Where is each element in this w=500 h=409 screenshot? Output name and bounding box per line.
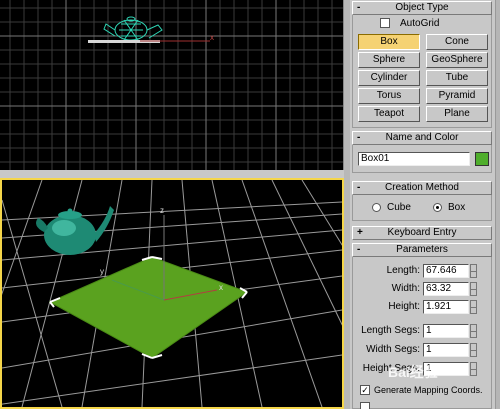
top-x-axis-label: x <box>210 33 214 42</box>
cube-radio[interactable] <box>372 203 381 212</box>
teapot-wireframe-top <box>103 16 163 41</box>
persp-x-axis-label: x <box>219 283 223 292</box>
rollout-title: Creation Method <box>385 182 459 193</box>
teapot-mesh <box>36 206 114 255</box>
green-box <box>48 256 249 359</box>
cube-radio-label: Cube <box>387 202 411 213</box>
box-radio-label: Box <box>448 202 466 213</box>
width-input[interactable]: 63.32 <box>423 282 469 296</box>
sphere-button[interactable]: Sphere <box>358 52 420 68</box>
pyramid-button[interactable]: Pyramid <box>426 88 488 104</box>
viewport-divider[interactable] <box>0 170 344 178</box>
rollout-title: Name and Color <box>385 132 459 143</box>
width-segs-spinner[interactable] <box>470 343 477 357</box>
rollout-toggle-sign: - <box>357 132 361 143</box>
command-panel-scrollbar[interactable] <box>495 0 500 409</box>
width-segs-label: Width Segs: <box>366 344 420 355</box>
height-segs-spinner[interactable] <box>470 362 477 376</box>
torus-button[interactable]: Torus <box>358 88 420 104</box>
rollout-object-type-header[interactable]: - Object Type <box>352 1 492 15</box>
rollout-toggle-sign: - <box>357 2 361 13</box>
persp-y-axis-label: y <box>100 267 104 276</box>
object-name-input[interactable]: Box01 <box>358 152 470 166</box>
length-segs-input[interactable]: 1 <box>423 324 469 338</box>
width-label: Width: <box>391 283 420 294</box>
rollout-title: Parameters <box>396 244 448 255</box>
box-radio[interactable] <box>433 203 442 212</box>
height-label: Height: <box>388 301 420 312</box>
perspective-viewport-grid: z x y <box>2 180 342 407</box>
perspective-viewport[interactable]: z x y <box>0 178 344 409</box>
command-panel: - Object Type AutoGrid Box Cone Sphere G… <box>350 0 500 409</box>
length-segs-label: Length Segs: <box>361 325 420 336</box>
generate-mapping-checkbox[interactable]: ✓ <box>360 385 370 395</box>
length-spinner[interactable] <box>470 264 477 278</box>
watermark: Bai经验 <box>388 364 438 380</box>
autogrid-label: AutoGrid <box>400 18 440 29</box>
rollout-title: Keyboard Entry <box>387 227 457 238</box>
tube-button[interactable]: Tube <box>426 70 488 86</box>
rollout-parameters-header[interactable]: - Parameters <box>352 243 492 257</box>
teapot-button[interactable]: Teapot <box>358 106 420 122</box>
length-label: Length: <box>386 265 420 276</box>
height-input[interactable]: 1.921 <box>423 300 469 314</box>
box-button[interactable]: Box <box>358 34 420 50</box>
rollout-creation-method-header[interactable]: - Creation Method <box>352 181 492 195</box>
width-segs-input[interactable]: 1 <box>423 343 469 357</box>
rollout-title: Object Type <box>395 2 449 13</box>
top-viewport[interactable]: x <box>0 0 344 170</box>
object-color-swatch[interactable] <box>475 152 489 166</box>
height-spinner[interactable] <box>470 300 477 314</box>
geosphere-button[interactable]: GeoSphere <box>426 52 488 68</box>
real-world-map-size-checkbox[interactable] <box>360 402 370 409</box>
cone-button[interactable]: Cone <box>426 34 488 50</box>
plane-button[interactable]: Plane <box>426 106 488 122</box>
top-viewport-grid: x <box>0 0 343 170</box>
rollout-toggle-sign: - <box>357 244 361 255</box>
width-spinner[interactable] <box>470 282 477 296</box>
generate-mapping-label: Generate Mapping Coords. <box>374 385 483 395</box>
rollout-toggle-sign: + <box>357 227 363 238</box>
autogrid-checkbox[interactable] <box>380 18 390 28</box>
rollout-name-color-header[interactable]: - Name and Color <box>352 131 492 145</box>
persp-z-axis-label: z <box>160 206 164 215</box>
rollout-keyboard-entry-header[interactable]: + Keyboard Entry <box>352 226 492 240</box>
length-segs-spinner[interactable] <box>470 324 477 338</box>
cylinder-button[interactable]: Cylinder <box>358 70 420 86</box>
rollout-toggle-sign: - <box>357 182 361 193</box>
length-input[interactable]: 67.646 <box>423 264 469 278</box>
